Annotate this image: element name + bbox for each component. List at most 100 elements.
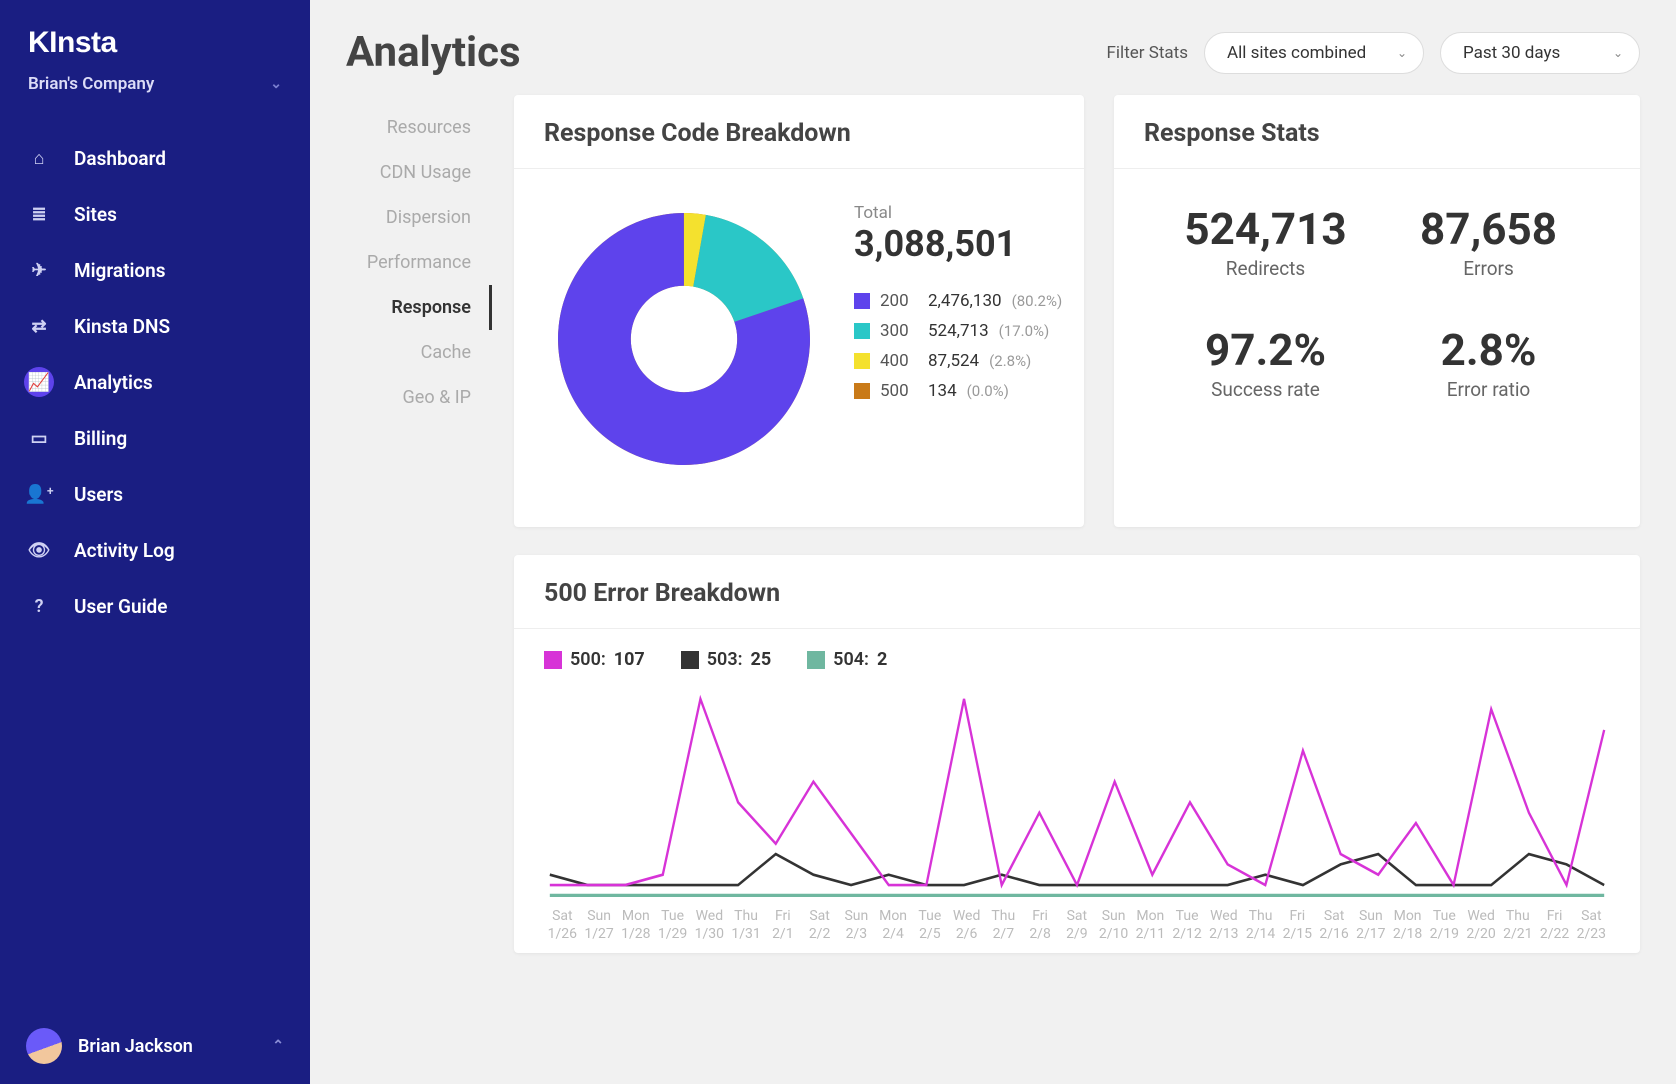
xtick: Sun1/27 (581, 908, 618, 943)
xtick: Mon2/11 (1132, 908, 1169, 943)
subnav-item-response[interactable]: Response (346, 285, 492, 330)
xtick: Tue2/5 (912, 908, 949, 943)
chevron-up-icon: ⌃ (272, 1038, 284, 1054)
stat-success-rate: 97.2% Success rate (1154, 324, 1377, 401)
error-body: 500: 107 503: 25 504: 2 Sat1/26Sun1/27Mo… (514, 629, 1640, 953)
xtick: Thu2/7 (985, 908, 1022, 943)
legend-code: 400 (880, 351, 918, 371)
nav-item-user-guide[interactable]: ? User Guide (0, 578, 310, 634)
stat-redirects: 524,713 Redirects (1154, 203, 1377, 280)
page-header: Analytics Filter Stats All sites combine… (346, 28, 1640, 77)
chart-icon: 📈 (24, 367, 54, 397)
stat-value: 524,713 (1154, 203, 1377, 255)
xtick: Sat2/16 (1316, 908, 1353, 943)
swatch-icon (681, 651, 699, 669)
legend-code: 500 (880, 381, 918, 401)
user-footer[interactable]: Brian Jackson ⌃ (0, 1008, 310, 1084)
xtick: Wed2/13 (1206, 908, 1243, 943)
legend-row-400: 400 87,524 (2.8%) (854, 351, 1062, 371)
xtick: Sat2/23 (1573, 908, 1610, 943)
xtick: Wed1/30 (691, 908, 728, 943)
legend-row-300: 300 524,713 (17.0%) (854, 321, 1062, 341)
stats-body: 524,713 Redirects87,658 Errors97.2% Succ… (1114, 169, 1640, 443)
swatch-icon (854, 323, 870, 339)
card-title: Response Stats (1114, 95, 1640, 169)
subnav-item-cache[interactable]: Cache (346, 330, 492, 375)
xtick: Mon2/4 (875, 908, 912, 943)
stat-value: 97.2% (1154, 324, 1377, 376)
nav-label: Dashboard (74, 147, 166, 170)
nav-item-kinsta-dns[interactable]: ⇄ Kinsta DNS (0, 298, 310, 354)
content-row: ResourcesCDN UsageDispersionPerformanceR… (346, 95, 1640, 953)
stat-label: Errors (1377, 257, 1600, 280)
site-filter-select[interactable]: All sites combined ⌄ (1204, 32, 1424, 74)
error-legend-500: 500: 107 (544, 649, 645, 670)
subnav-item-resources[interactable]: Resources (346, 105, 492, 150)
swatch-icon (854, 353, 870, 369)
nav-item-billing[interactable]: ▭ Billing (0, 410, 310, 466)
xtick: Wed2/6 (948, 908, 985, 943)
company-selector[interactable]: Brian's Company ⌄ (0, 74, 310, 116)
donut-legend: Total 3,088,501 200 2,476,130 (80.2%) 30… (854, 199, 1062, 411)
stat-error-ratio: 2.8% Error ratio (1377, 324, 1600, 401)
legend-row-500: 500 134 (0.0%) (854, 381, 1062, 401)
range-filter-select[interactable]: Past 30 days ⌄ (1440, 32, 1640, 74)
xtick: Mon2/18 (1389, 908, 1426, 943)
panels: Response Code Breakdown (492, 95, 1640, 953)
nav-label: User Guide (74, 595, 167, 618)
donut-chart (544, 199, 824, 479)
xtick: Mon1/28 (618, 908, 655, 943)
nav-item-analytics[interactable]: 📈 Analytics (0, 354, 310, 410)
total-label: Total (854, 203, 1062, 223)
user-plus-icon: 👤⁺ (24, 479, 54, 509)
legend-value: 134 (928, 381, 957, 401)
nav-label: Billing (74, 427, 127, 450)
swatch-icon (807, 651, 825, 669)
card-title: 500 Error Breakdown (514, 555, 1640, 629)
home-icon: ⌂ (24, 143, 54, 173)
xtick: Sun2/17 (1353, 908, 1390, 943)
xtick: Fri2/22 (1536, 908, 1573, 943)
xtick: Sat2/2 (801, 908, 838, 943)
nav-label: Kinsta DNS (74, 315, 170, 338)
xtick: Thu1/31 (728, 908, 765, 943)
xtick: Thu2/21 (1500, 908, 1537, 943)
total-value: 3,088,501 (854, 223, 1062, 265)
stat-errors: 87,658 Errors (1377, 203, 1600, 280)
sidebar: KInsta Brian's Company ⌄ ⌂ Dashboard≣ Si… (0, 0, 310, 1084)
legend-value: 524,713 (928, 321, 989, 341)
legend-pct: (80.2%) (1012, 292, 1063, 310)
subnav-item-dispersion[interactable]: Dispersion (346, 195, 492, 240)
nav-item-users[interactable]: 👤⁺ Users (0, 466, 310, 522)
plane-icon: ✈ (24, 255, 54, 285)
main: Analytics Filter Stats All sites combine… (310, 0, 1676, 1084)
swatch-icon (854, 383, 870, 399)
brand-logo: KInsta (0, 0, 310, 74)
subnav-item-performance[interactable]: Performance (346, 240, 492, 285)
header-controls: Filter Stats All sites combined ⌄ Past 3… (1107, 32, 1640, 74)
xtick: Fri2/1 (765, 908, 802, 943)
error-breakdown-card: 500 Error Breakdown 500: 107 503: 25 504… (514, 555, 1640, 953)
nav-item-sites[interactable]: ≣ Sites (0, 186, 310, 242)
subnav-item-cdn-usage[interactable]: CDN Usage (346, 150, 492, 195)
user-name: Brian Jackson (78, 1036, 193, 1057)
nav-item-dashboard[interactable]: ⌂ Dashboard (0, 130, 310, 186)
xtick: Fri2/15 (1279, 908, 1316, 943)
legend-value: 87,524 (928, 351, 979, 371)
stat-label: Redirects (1154, 257, 1377, 280)
stack-icon: ≣ (24, 199, 54, 229)
error-legend-503: 503: 25 (681, 649, 771, 670)
nav-list: ⌂ Dashboard≣ Sites✈ Migrations⇄ Kinsta D… (0, 116, 310, 634)
xtick: Fri2/8 (1022, 908, 1059, 943)
xtick: Sun2/3 (838, 908, 875, 943)
nav-item-activity-log[interactable]: 👁 Activity Log (0, 522, 310, 578)
legend-pct: (2.8%) (989, 352, 1031, 370)
series-503 (550, 854, 1604, 885)
route-icon: ⇄ (24, 311, 54, 341)
range-filter-value: Past 30 days (1463, 43, 1560, 63)
legend-pct: (0.0%) (967, 382, 1009, 400)
xtick: Tue2/19 (1426, 908, 1463, 943)
subnav-item-geo-ip[interactable]: Geo & IP (346, 375, 492, 420)
nav-item-migrations[interactable]: ✈ Migrations (0, 242, 310, 298)
legend-pct: (17.0%) (999, 322, 1050, 340)
